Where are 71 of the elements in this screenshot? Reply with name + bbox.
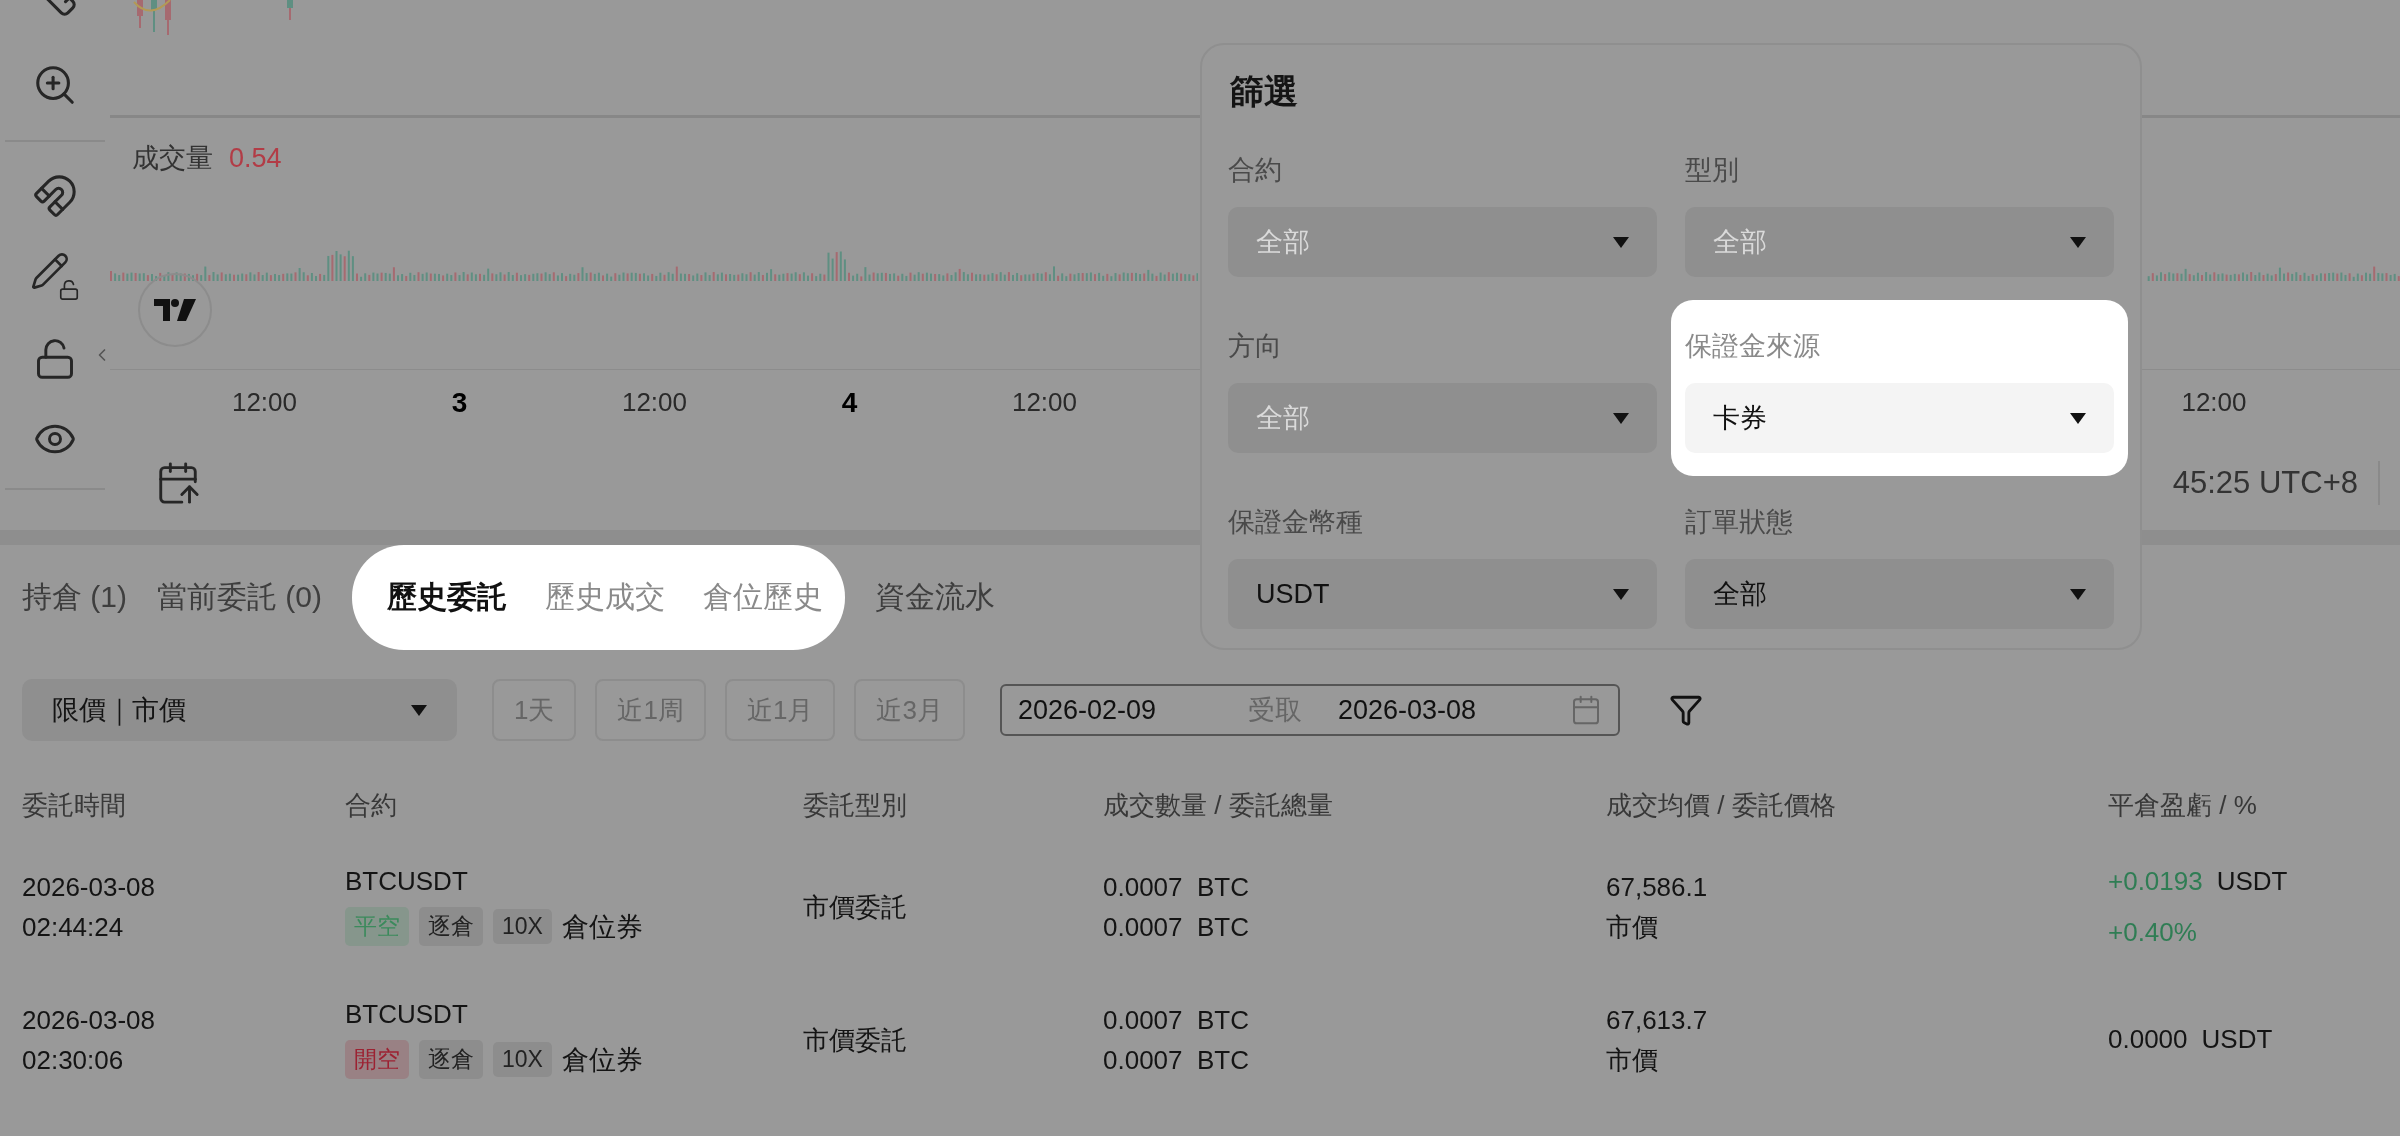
caret-icon <box>1613 412 1629 424</box>
caret-icon <box>2070 236 2086 248</box>
panel-title: 篩選 <box>1229 71 1299 111</box>
caret-icon <box>1613 588 1629 600</box>
symbol-text: BTCUSDT <box>345 867 469 895</box>
table-cell-text: 市價委託 <box>803 1025 908 1054</box>
column-header: 平倉盈虧 / % <box>2108 788 2258 822</box>
logo-icon[interactable] <box>138 273 212 347</box>
select-field[interactable]: 卡券 <box>1685 383 2114 453</box>
field-label: 合約 <box>1228 154 1283 187</box>
tab[interactable]: 資金流水 <box>875 545 995 632</box>
field-label: 訂單狀態 <box>1685 506 1794 539</box>
tag: 平空 <box>345 907 409 946</box>
pnl-unit: USDT <box>2216 865 2288 897</box>
pnl-unit: USDT <box>2201 1024 2273 1055</box>
table-cell-text: 67,613.7 <box>1606 1005 1709 1034</box>
coupon-text: 倉位券 <box>561 910 643 944</box>
symbol-text: BTCUSDT <box>345 1000 469 1028</box>
table-cell-text: 0.0007 BTC <box>1103 912 1250 941</box>
select-field[interactable]: 全部 <box>1685 559 2114 629</box>
field-label: 方向 <box>1228 330 1283 363</box>
table-cell-text: 市價 <box>1606 912 1659 941</box>
caret-icon <box>411 704 427 716</box>
clock-text: 45:25 UTC+8 <box>2172 464 2359 501</box>
order-type-select[interactable]: 限價｜市價 <box>22 679 457 741</box>
table-cell-text: 2026-03-08 <box>22 1005 156 1034</box>
field-label: 保證金幣種 <box>1228 506 1364 539</box>
field-label: 型別 <box>1685 154 1740 187</box>
magnet-icon[interactable] <box>32 173 78 219</box>
pnl-percent: +0.40% <box>2108 916 2198 948</box>
pencil-lock-icon[interactable] <box>30 251 80 301</box>
tag: 逐倉 <box>419 907 483 946</box>
time-axis-label: 4 <box>840 386 859 419</box>
select-field[interactable]: USDT <box>1228 559 1657 629</box>
time-axis-label: 3 <box>450 386 469 419</box>
tag: 10X <box>493 1042 552 1077</box>
table-cell-text: 市價 <box>1606 1045 1659 1074</box>
column-header: 委託時間 <box>22 788 127 822</box>
tab[interactable]: 持倉 (1) <box>22 545 127 632</box>
tab[interactable]: 當前委託 (0) <box>157 545 322 632</box>
tab[interactable]: 歷史委託 <box>387 545 507 632</box>
tab[interactable]: 歷史成交 <box>545 545 665 632</box>
tag: 10X <box>493 909 552 944</box>
caret-icon <box>1613 236 1629 248</box>
coupon-text: 倉位券 <box>561 1043 643 1077</box>
pnl-value: +0.0193 <box>2108 865 2203 897</box>
table-cell-text: 2026-03-08 <box>22 872 156 901</box>
table-cell-text: 02:44:24 <box>22 912 125 941</box>
tab[interactable]: 倉位歷史 <box>703 545 823 632</box>
column-header: 合約 <box>345 788 398 822</box>
volume-label: 成交量 <box>132 142 213 175</box>
pnl-value: 0.0000 <box>2108 1024 2188 1055</box>
column-header: 委託型別 <box>803 788 908 822</box>
time-axis-label: 12:00 <box>2180 387 2248 418</box>
tag: 逐倉 <box>419 1040 483 1079</box>
table-cell-text: 0.0007 BTC <box>1103 1005 1250 1034</box>
time-axis-label: 12:00 <box>230 387 299 418</box>
table-cell-text: 市價委託 <box>803 892 908 921</box>
time-axis-label: 12:00 <box>1010 387 1079 418</box>
column-header: 成交數量 / 委託總量 <box>1103 788 1334 822</box>
field-label: 保證金來源 <box>1685 330 1821 363</box>
caret-icon <box>2070 588 2086 600</box>
table-cell-text: 67,586.1 <box>1606 872 1709 901</box>
tag: 開空 <box>345 1040 409 1079</box>
table-cell-text: 0.0007 BTC <box>1103 872 1250 901</box>
caret-icon <box>2070 412 2086 424</box>
column-header: 成交均價 / 委託價格 <box>1606 788 1837 822</box>
time-axis-label: 12:00 <box>620 387 689 418</box>
table-cell-text: 0.0007 BTC <box>1103 1045 1250 1074</box>
table-cell-text: 02:30:06 <box>22 1045 125 1074</box>
volume-value: 0.54 <box>229 143 282 174</box>
